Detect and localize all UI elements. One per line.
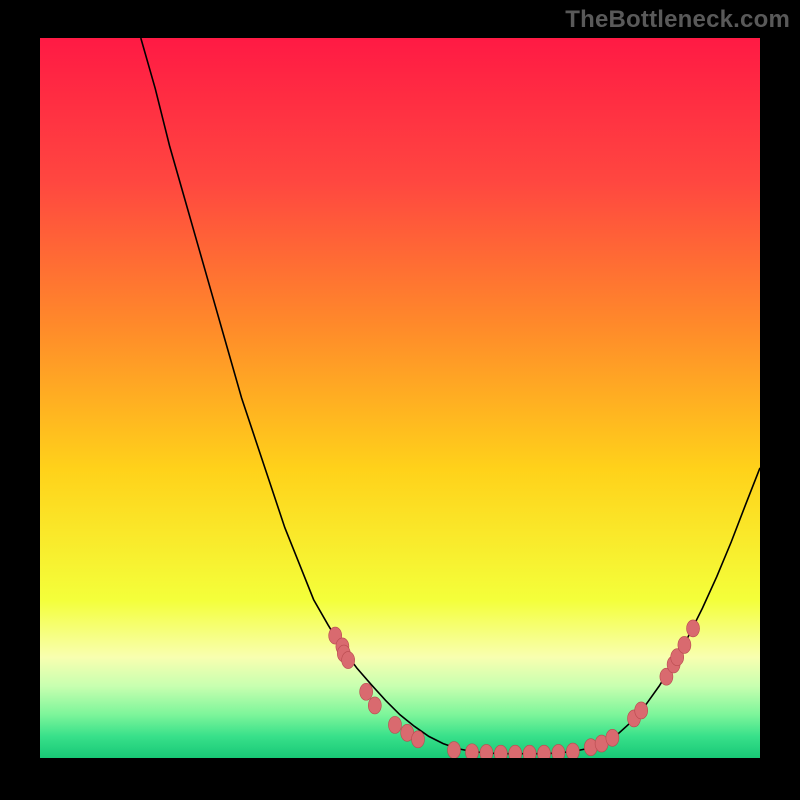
scatter-point bbox=[509, 745, 522, 758]
scatter-point bbox=[466, 744, 479, 758]
scatter-markers bbox=[329, 620, 700, 758]
plot-area bbox=[40, 38, 760, 758]
scatter-point bbox=[635, 702, 648, 719]
scatter-point bbox=[342, 652, 355, 669]
curve-layer bbox=[40, 38, 760, 758]
scatter-point bbox=[538, 745, 551, 758]
scatter-point bbox=[606, 729, 619, 746]
scatter-point bbox=[388, 716, 401, 733]
chart-container: TheBottleneck.com bbox=[0, 0, 800, 800]
scatter-point bbox=[678, 636, 691, 653]
bottleneck-curve bbox=[141, 38, 760, 754]
scatter-point bbox=[480, 744, 493, 758]
scatter-point bbox=[368, 697, 381, 714]
scatter-point bbox=[552, 744, 565, 758]
scatter-point bbox=[687, 620, 700, 637]
scatter-point bbox=[412, 731, 425, 748]
scatter-point bbox=[566, 743, 579, 758]
watermark-text: TheBottleneck.com bbox=[565, 6, 790, 34]
scatter-point bbox=[494, 745, 507, 758]
scatter-point bbox=[360, 683, 373, 700]
scatter-point bbox=[523, 745, 536, 758]
scatter-point bbox=[448, 742, 461, 758]
